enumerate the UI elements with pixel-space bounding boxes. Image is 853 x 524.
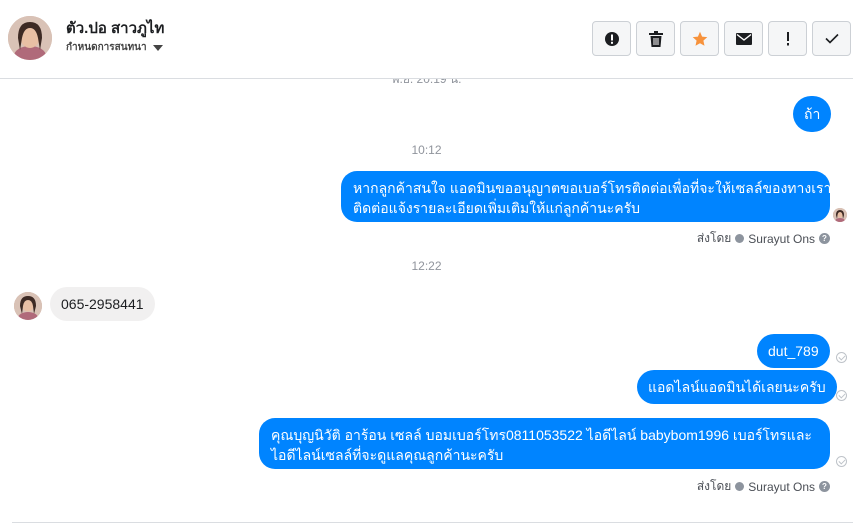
sent-by-label: ส่งโดย: [696, 479, 732, 493]
delivered-check-icon: [836, 456, 847, 467]
sender-name[interactable]: Surayut Ons: [748, 480, 815, 494]
caret-down-icon: [152, 44, 163, 51]
outgoing-message[interactable]: dut_789: [757, 334, 830, 368]
conversation-settings-label: กำหนดการสนทนา: [66, 42, 147, 53]
sent-by-info: ส่งโดย Surayut Ons ?: [697, 477, 830, 496]
mark-unread-button[interactable]: [724, 21, 763, 56]
outgoing-message[interactable]: คุณบุญนิวัติ อาร้อน เซลล์ บอมเบอร์โทร081…: [259, 418, 830, 469]
page-badge-icon: [735, 234, 745, 243]
contact-name[interactable]: ตัว.ปอ สาวภูไท: [66, 16, 164, 40]
star-button[interactable]: [680, 21, 719, 56]
timestamp-divider: 10:12: [411, 143, 442, 157]
message-line: หากลูกค้าสนใจ แอดมินขออนุญาตขอเบอร์โทรติ…: [353, 180, 832, 196]
page-badge-icon: [735, 482, 745, 491]
timestamp-divider: 12:22: [411, 259, 442, 273]
outgoing-message[interactable]: ถ้า: [793, 96, 832, 132]
trash-icon: [648, 30, 663, 47]
action-toolbar: [592, 21, 851, 56]
spam-button[interactable]: [768, 21, 807, 56]
sent-by-label: ส่งโดย: [696, 231, 732, 245]
report-button[interactable]: [592, 21, 631, 56]
delivered-check-icon: [836, 352, 847, 363]
timestamp-divider: พ.ย. 20:19 น.: [391, 79, 462, 86]
mail-icon: [735, 32, 752, 45]
help-icon[interactable]: ?: [819, 233, 830, 244]
star-icon: [692, 31, 707, 46]
alert-circle-icon: [604, 31, 619, 46]
outgoing-message[interactable]: แอดไลน์แอดมินได้เลยนะครับ: [637, 370, 837, 404]
message-line: ติดต่อแจ้งรายละเอียดเพิ่มเติมให้แก่ลูกค้…: [353, 200, 640, 216]
composer-divider: [12, 522, 853, 523]
conversation-settings-dropdown[interactable]: กำหนดการสนทนา: [66, 40, 163, 55]
mark-done-button[interactable]: [812, 21, 851, 56]
contact-avatar[interactable]: [8, 16, 52, 60]
outgoing-message[interactable]: หากลูกค้าสนใจ แอดมินขออนุญาตขอเบอร์โทรติ…: [341, 171, 832, 222]
exclamation-icon: [786, 31, 789, 45]
sender-name[interactable]: Surayut Ons: [748, 232, 815, 246]
check-icon: [824, 33, 839, 44]
message-line: คุณบุญนิวัติ อาร้อน เซลล์ บอมเบอร์โทร081…: [271, 427, 812, 443]
seen-avatar: [833, 208, 847, 222]
message-thread[interactable]: พ.ย. 20:19 น. ถ้า 10:12 หากลูกค้าสนใจ แอ…: [0, 79, 853, 524]
delete-button[interactable]: [636, 21, 675, 56]
conversation-header: ตัว.ปอ สาวภูไท กำหนดการสนทนา: [0, 0, 853, 79]
message-line: ไอดีไลน์เซลล์ที่จะดูแลคุณลูกค้านะครับ: [271, 447, 504, 463]
sent-by-info: ส่งโดย Surayut Ons ?: [697, 229, 830, 248]
incoming-message[interactable]: 065-2958441: [50, 287, 155, 321]
delivered-check-icon: [836, 390, 847, 401]
help-icon[interactable]: ?: [819, 481, 830, 492]
contact-avatar-small: [14, 292, 42, 320]
